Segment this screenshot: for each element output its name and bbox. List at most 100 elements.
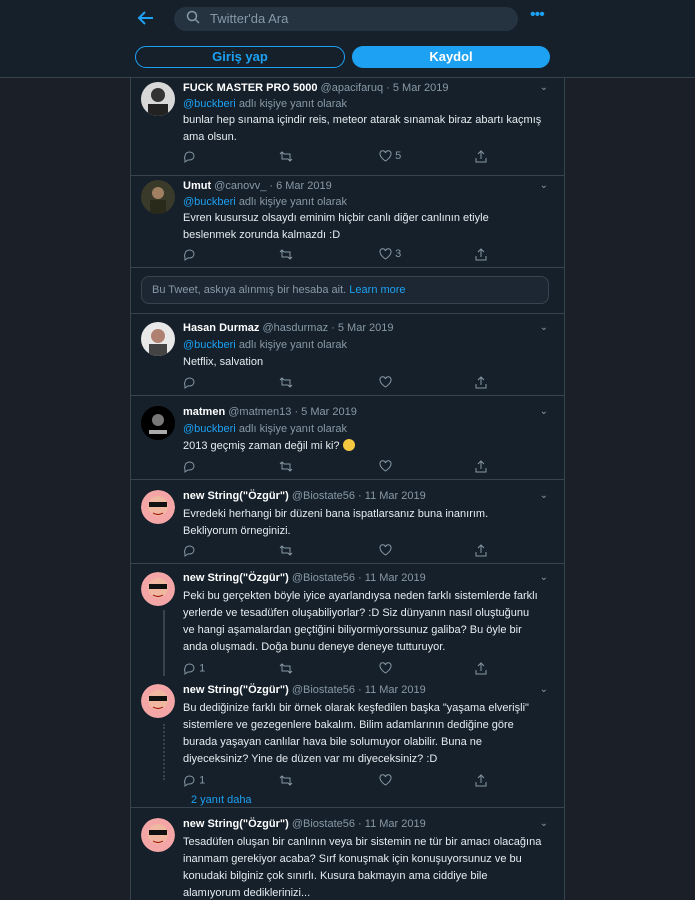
chevron-down-icon[interactable]: ⌄ xyxy=(540,684,548,695)
reply-label: adlı kişiye yanıt olarak xyxy=(238,339,348,351)
signup-button[interactable]: Kaydol xyxy=(352,46,550,68)
author-handle[interactable]: @hasdurmaz xyxy=(262,322,328,334)
suspended-notice: Bu Tweet, askıya alınmış bir hesaba ait.… xyxy=(141,276,549,304)
retweet-icon[interactable] xyxy=(279,150,293,163)
chevron-down-icon[interactable]: ⌄ xyxy=(540,818,548,829)
author-name[interactable]: matmen xyxy=(183,406,225,418)
share-icon[interactable] xyxy=(475,248,487,261)
confused-emoji-icon xyxy=(342,439,355,451)
retweet-icon[interactable] xyxy=(279,376,293,389)
tweet-header: new String("Özgür") @Biostate56 · 11 Mar… xyxy=(183,490,426,502)
share-icon[interactable] xyxy=(475,376,487,389)
share-icon[interactable] xyxy=(475,544,487,557)
reply-icon[interactable]: 1 xyxy=(183,662,205,675)
like-count: 3 xyxy=(395,248,402,260)
chevron-down-icon[interactable]: ⌄ xyxy=(540,490,548,501)
avatar xyxy=(141,406,175,440)
reply-handle[interactable]: @buckberi xyxy=(183,339,236,351)
avatar xyxy=(141,82,175,116)
tweet-date[interactable]: 11 Mar 2019 xyxy=(365,572,426,584)
tweet-item[interactable]: new String("Özgür") @Biostate56 · 11 Mar… xyxy=(131,480,564,564)
like-count: 5 xyxy=(395,150,402,162)
author-name[interactable]: new String("Özgür") xyxy=(183,490,289,502)
avatar xyxy=(141,818,175,852)
share-icon[interactable] xyxy=(475,774,487,787)
tweet-date[interactable]: 11 Mar 2019 xyxy=(365,818,426,830)
more-options-icon[interactable]: ••• xyxy=(530,6,545,24)
like-icon[interactable] xyxy=(379,376,392,388)
tweet-date[interactable]: 11 Mar 2019 xyxy=(365,684,426,696)
share-icon[interactable] xyxy=(475,460,487,473)
share-icon[interactable] xyxy=(475,150,487,163)
reply-icon[interactable] xyxy=(183,376,196,389)
reply-label: adlı kişiye yanıt olarak xyxy=(238,196,348,208)
tweet-date[interactable]: 5 Mar 2019 xyxy=(301,406,357,418)
tweet-item[interactable]: new String("Özgür") @Biostate56 · 11 Mar… xyxy=(131,808,564,900)
reply-icon[interactable] xyxy=(183,150,196,163)
retweet-icon[interactable] xyxy=(279,248,293,261)
retweet-icon[interactable] xyxy=(279,662,293,675)
tweet-date[interactable]: 11 Mar 2019 xyxy=(365,490,426,502)
author-handle[interactable]: @matmen13 xyxy=(228,406,291,418)
tweet-item[interactable]: Hasan Durmaz @hasdurmaz · 5 Mar 2019 ⌄ @… xyxy=(131,314,564,396)
reply-icon[interactable] xyxy=(183,544,196,557)
like-icon[interactable] xyxy=(379,460,392,472)
tweet-actions: 3 xyxy=(183,248,503,262)
author-name[interactable]: new String("Özgür") xyxy=(183,684,289,696)
author-name[interactable]: Umut xyxy=(183,180,211,192)
back-arrow-icon[interactable] xyxy=(136,8,158,30)
like-icon[interactable]: 3 xyxy=(379,248,401,260)
author-handle[interactable]: @Biostate56 xyxy=(292,818,355,830)
reply-handle[interactable]: @buckberi xyxy=(183,423,236,435)
tweet-text: Tesadüfen oluşan bir canlının veya bir s… xyxy=(183,836,542,899)
tweet-date[interactable]: 5 Mar 2019 xyxy=(393,82,449,94)
tweet-header: matmen @matmen13 · 5 Mar 2019 xyxy=(183,406,357,418)
chevron-down-icon[interactable]: ⌄ xyxy=(540,82,548,93)
tweet-item[interactable]: FUCK MASTER PRO 5000 @apacifaruq · 5 Mar… xyxy=(131,78,564,176)
author-handle[interactable]: @canovv_ xyxy=(214,180,266,192)
reply-handle[interactable]: @buckberi xyxy=(183,196,236,208)
like-icon[interactable]: 5 xyxy=(379,150,401,162)
reply-context: @buckberi adlı kişiye yanıt olarak xyxy=(183,339,347,351)
reply-icon[interactable] xyxy=(183,460,196,473)
author-handle[interactable]: @Biostate56 xyxy=(292,572,355,584)
author-name[interactable]: new String("Özgür") xyxy=(183,572,289,584)
share-icon[interactable] xyxy=(475,662,487,675)
search-input[interactable]: Twitter'da Ara xyxy=(174,7,518,31)
retweet-icon[interactable] xyxy=(279,774,293,787)
chevron-down-icon[interactable]: ⌄ xyxy=(540,322,548,333)
author-name[interactable]: FUCK MASTER PRO 5000 xyxy=(183,82,317,94)
suspended-notice-row: Bu Tweet, askıya alınmış bir hesaba ait.… xyxy=(131,268,564,314)
avatar xyxy=(141,322,175,356)
login-button[interactable]: Giriş yap xyxy=(135,46,345,68)
tweet-text: Evredeki herhangi bir düzeni bana ispatl… xyxy=(183,508,489,537)
tweet-actions: 5 xyxy=(183,150,503,164)
chevron-down-icon[interactable]: ⌄ xyxy=(540,572,548,583)
reply-icon[interactable] xyxy=(183,248,196,261)
like-icon[interactable] xyxy=(379,544,392,556)
retweet-icon[interactable] xyxy=(279,544,293,557)
tweet-actions xyxy=(183,544,503,558)
chevron-down-icon[interactable]: ⌄ xyxy=(540,406,548,417)
chevron-down-icon[interactable]: ⌄ xyxy=(540,180,548,191)
tweet-item[interactable]: Umut @canovv_ · 6 Mar 2019 ⌄ @buckberi a… xyxy=(131,176,564,268)
tweet-header: Umut @canovv_ · 6 Mar 2019 xyxy=(183,180,332,192)
author-name[interactable]: Hasan Durmaz xyxy=(183,322,259,334)
more-replies-link[interactable]: 2 yanıt daha xyxy=(191,794,252,806)
like-icon[interactable] xyxy=(379,774,392,786)
author-handle[interactable]: @Biostate56 xyxy=(292,490,355,502)
reply-handle[interactable]: @buckberi xyxy=(183,98,236,110)
author-name[interactable]: new String("Özgür") xyxy=(183,818,289,830)
like-icon[interactable] xyxy=(379,662,392,674)
learn-more-link[interactable]: Learn more xyxy=(349,284,405,296)
tweet-item[interactable]: matmen @matmen13 · 5 Mar 2019 ⌄ @buckber… xyxy=(131,396,564,480)
tweet-text-content: 2013 geçmiş zaman değil mi ki? xyxy=(183,440,340,452)
author-handle[interactable]: @Biostate56 xyxy=(292,684,355,696)
notice-text: Bu Tweet, askıya alınmış bir hesaba ait. xyxy=(152,284,347,296)
tweet-date[interactable]: 5 Mar 2019 xyxy=(338,322,394,334)
tweet-date[interactable]: 6 Mar 2019 xyxy=(276,180,332,192)
reply-icon[interactable]: 1 xyxy=(183,774,205,787)
author-handle[interactable]: @apacifaruq xyxy=(321,82,384,94)
tweet-header: new String("Özgür") @Biostate56 · 11 Mar… xyxy=(183,572,426,584)
retweet-icon[interactable] xyxy=(279,460,293,473)
